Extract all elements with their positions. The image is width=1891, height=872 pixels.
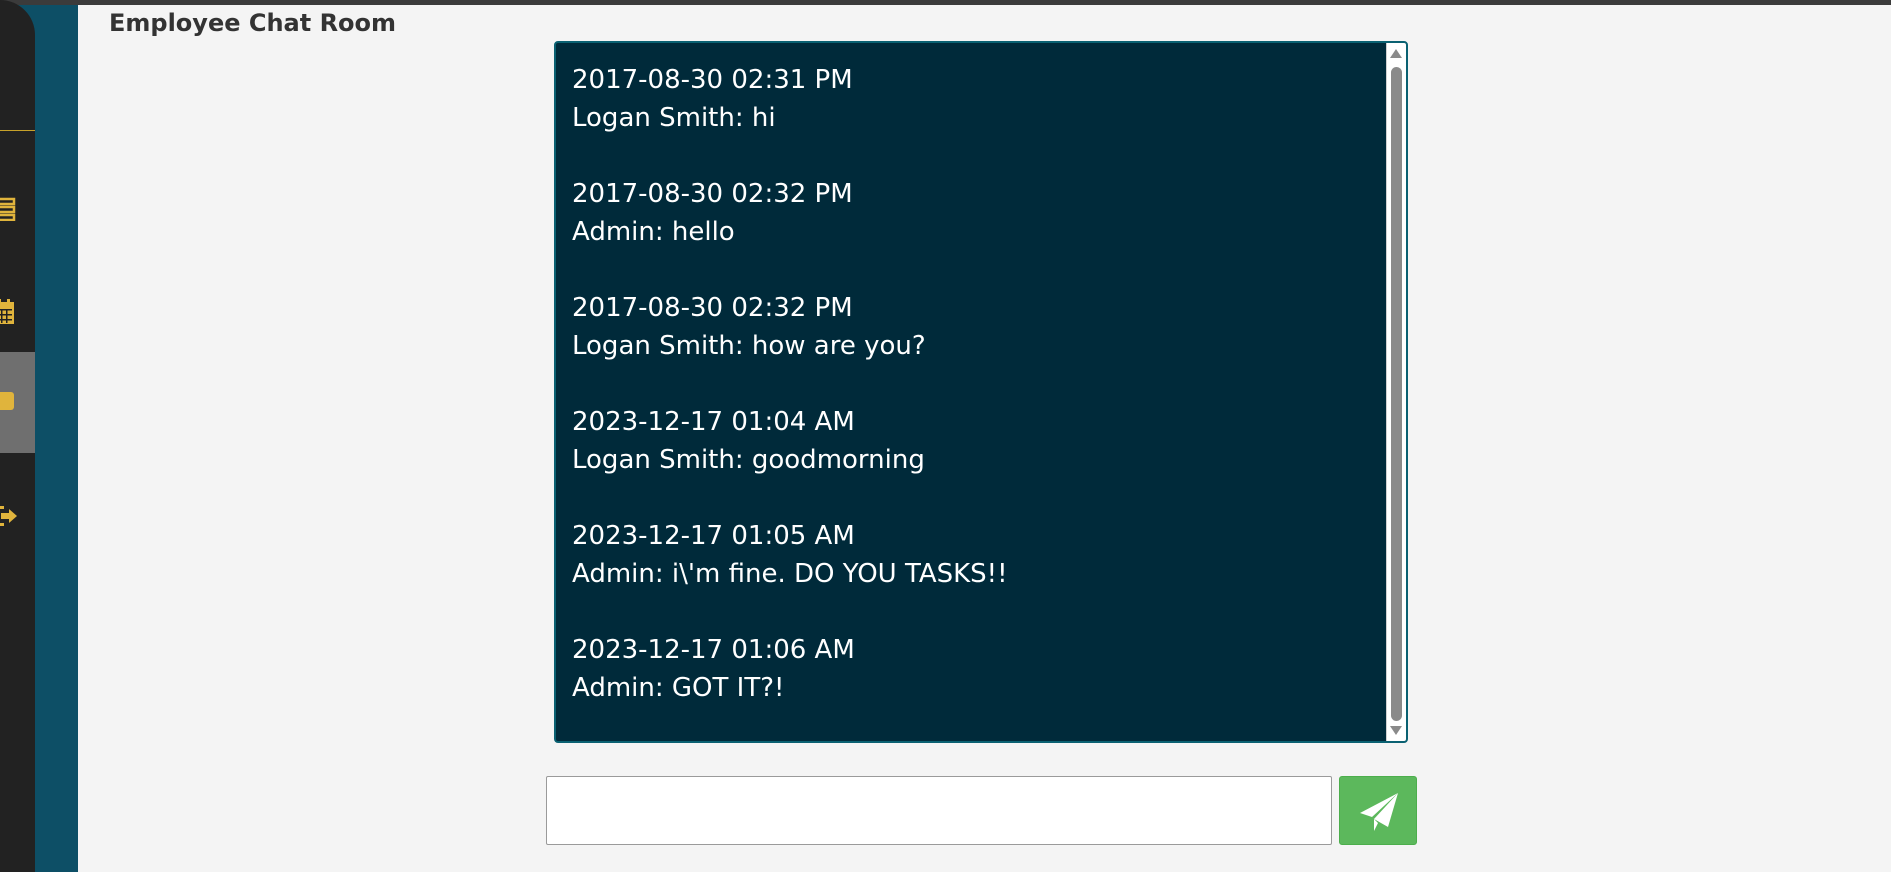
message-timestamp: 2023-12-17 01:05 AM (572, 521, 855, 551)
send-button[interactable] (1339, 776, 1417, 845)
sidebar (0, 0, 35, 872)
paper-plane-icon (1360, 793, 1398, 831)
message-text: Logan Smith: how are you? (572, 331, 926, 361)
message-timestamp: 2023-12-17 01:04 AM (572, 407, 855, 437)
main-content: Employee Chat Room 2017-08-30 02:31 PM L… (78, 5, 1891, 872)
message-list: 2017-08-30 02:31 PM Logan Smith: hi 2017… (572, 61, 1372, 741)
chat-icon (0, 392, 14, 410)
chat-message: 2023-12-17 01:04 AM Logan Smith: goodmor… (572, 403, 1372, 479)
page-title: Employee Chat Room (109, 9, 397, 37)
scroll-down-arrow-icon[interactable] (1390, 726, 1402, 735)
list-icon (0, 197, 16, 221)
sign-out-icon (0, 506, 17, 526)
chat-message: 2017-08-30 02:32 PM Admin: hello (572, 175, 1372, 251)
chat-log[interactable]: 2017-08-30 02:31 PM Logan Smith: hi 2017… (554, 41, 1408, 743)
sidebar-item-sign-out[interactable] (0, 482, 35, 548)
message-text: Admin: hello (572, 217, 735, 247)
message-timestamp: 2017-08-30 02:31 PM (572, 65, 853, 95)
calendar-icon (0, 299, 14, 324)
message-text: Logan Smith: hi (572, 103, 776, 133)
sidebar-item-list[interactable] (0, 175, 35, 241)
message-timestamp: 2023-12-17 01:06 AM (572, 635, 855, 665)
sidebar-item-calendar[interactable] (0, 277, 35, 343)
message-timestamp: 2017-08-30 02:32 PM (572, 293, 853, 323)
message-text: Admin: i\'m fine. DO YOU TASKS!! (572, 559, 1008, 589)
message-timestamp: 2017-08-30 02:32 PM (572, 179, 853, 209)
chat-message: 2023-12-17 01:05 AM Admin: i\'m fine. DO… (572, 517, 1372, 593)
message-input[interactable] (546, 776, 1332, 845)
message-text: Admin: GOT IT?! (572, 673, 785, 703)
chat-scrollbar[interactable] (1386, 43, 1406, 741)
sidebar-divider (0, 130, 35, 131)
chat-message: 2017-08-30 02:31 PM Logan Smith: hi (572, 61, 1372, 137)
scroll-up-arrow-icon[interactable] (1390, 49, 1402, 58)
sidebar-item-chat[interactable] (0, 352, 35, 453)
message-text: Logan Smith: goodmorning (572, 445, 925, 475)
chat-message: 2017-08-30 02:32 PM Logan Smith: how are… (572, 289, 1372, 365)
chat-message: 2023-12-17 01:06 AM Admin: GOT IT?! (572, 631, 1372, 707)
scrollbar-thumb[interactable] (1391, 67, 1402, 721)
